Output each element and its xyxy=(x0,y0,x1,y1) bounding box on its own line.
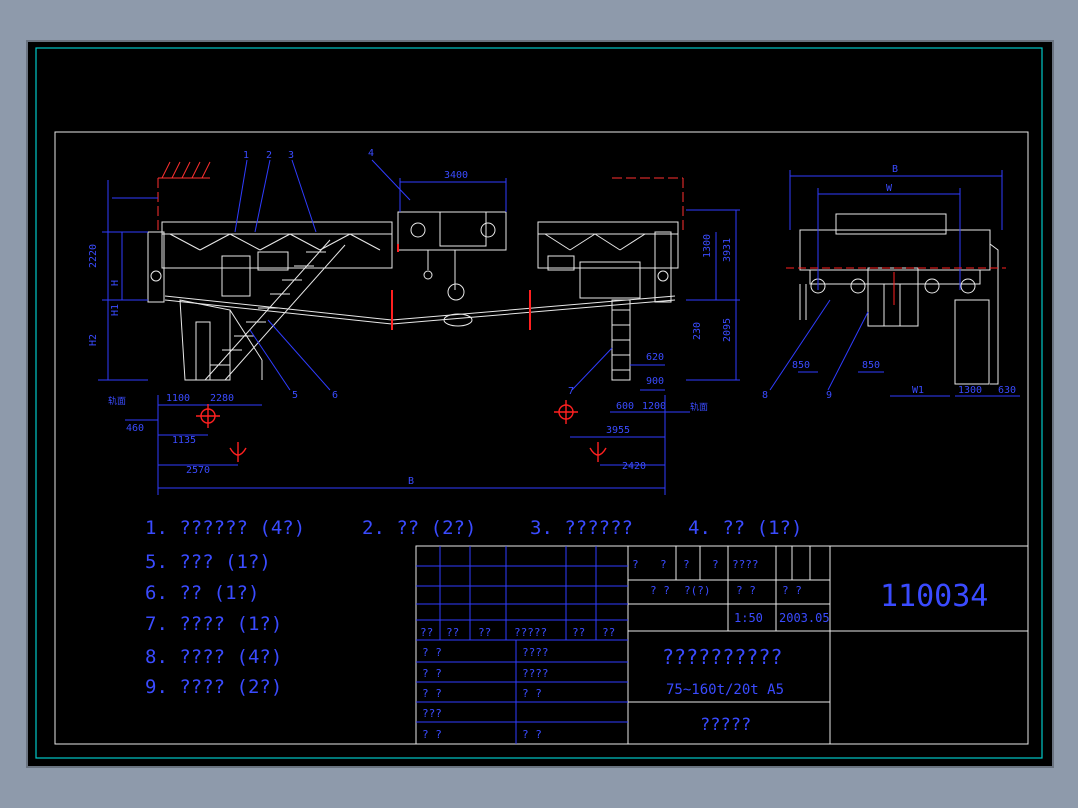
sign-review: ???? xyxy=(522,667,549,680)
part-4: 4. ?? (1?) xyxy=(688,517,802,539)
parts-list: 1. ?????? (4?) 2. ?? (2?) 3. ?????? 4. ?… xyxy=(145,517,802,698)
cad-viewport: 3400 2220 H H1 H2 3931 2095 230 1300 110… xyxy=(0,0,1078,808)
dim-3955: 3955 xyxy=(606,425,630,436)
dim-1100: 1100 xyxy=(166,393,190,404)
stage-cell-4: ? xyxy=(712,558,719,571)
stage-cell-1: ? xyxy=(632,558,639,571)
side-dim-w1: W1 xyxy=(912,385,924,396)
callout-1: 1 xyxy=(243,150,249,161)
dim-900: 900 xyxy=(646,376,664,387)
rail-level-left: 轨面 xyxy=(108,395,126,407)
dim-1200: 1200 xyxy=(642,401,666,412)
callout-9: 9 xyxy=(826,390,832,401)
part-2: 2. ?? (2?) xyxy=(362,517,476,539)
trolley xyxy=(397,211,507,327)
crane-drawing: 3400 2220 H H1 H2 3931 2095 230 1300 110… xyxy=(35,47,1043,759)
part-9: 9. ???? (2?) xyxy=(145,676,282,698)
end-trucks xyxy=(147,231,672,303)
dim-230: 230 xyxy=(692,322,703,340)
rail-level-right: 轨面 xyxy=(690,401,708,413)
stage-cell-5: ???? xyxy=(732,558,759,571)
dim-620: 620 xyxy=(646,352,664,363)
dim-2220: 2220 xyxy=(88,244,99,268)
centerlines xyxy=(391,244,531,330)
weight-label: ? ? xyxy=(650,584,670,597)
part-1: 1. ?????? (4?) xyxy=(145,517,305,539)
sign-process: ??? xyxy=(422,707,442,720)
dim-2420: 2420 xyxy=(622,461,646,472)
dim-3400: 3400 xyxy=(444,170,468,181)
stage-cell-3: ? xyxy=(683,558,690,571)
dim-b: B xyxy=(408,476,414,487)
header-mark: ?? xyxy=(420,626,433,639)
side-dim-850b: 850 xyxy=(862,360,880,371)
drawing-title: ?????????? xyxy=(662,645,782,669)
drawing-spec: 75~160t/20t A5 xyxy=(666,682,784,698)
side-dim-b: B xyxy=(892,164,898,175)
dim-3931: 3931 xyxy=(722,238,733,262)
weight-unit: ?(?) xyxy=(684,584,711,597)
header-count: ?? xyxy=(446,626,459,639)
part-3: 3. ?????? xyxy=(530,517,633,539)
dim-1135: 1135 xyxy=(172,435,196,446)
scale-label: ? ? xyxy=(736,584,756,597)
drawing-date: 2003.05 xyxy=(779,611,830,625)
header-date: ?? xyxy=(602,626,615,639)
callout-7: 7 xyxy=(568,386,574,397)
dim-h1: H1 xyxy=(110,304,121,316)
part-6: 6. ?? (1?) xyxy=(145,582,259,604)
side-dim-850a: 850 xyxy=(792,360,810,371)
drawing-number: 110034 xyxy=(880,579,988,614)
dim-2280: 2280 xyxy=(210,393,234,404)
side-dim-w: W xyxy=(886,183,893,194)
dim-600: 600 xyxy=(616,401,634,412)
dim-2570: 2570 xyxy=(186,465,210,476)
sign-approve: ? ? xyxy=(422,728,442,741)
stage-cell-2: ? xyxy=(660,558,667,571)
callout-4: 4 xyxy=(368,148,374,159)
callout-8: 8 xyxy=(762,390,768,401)
sheet-label: ? ? xyxy=(782,584,802,597)
side-dim-630: 630 xyxy=(998,385,1016,396)
sign-std: ???? xyxy=(522,646,549,659)
sign-checker: ? ? xyxy=(422,687,442,700)
dim-2095: 2095 xyxy=(722,318,733,342)
callout-3: 3 xyxy=(288,150,294,161)
title-block-texts: 110034 ?????????? 75~160t/20t A5 ????? 1… xyxy=(420,558,988,741)
reference-symbols xyxy=(196,400,607,462)
part-5: 5. ??? (1?) xyxy=(145,551,271,573)
sign-date: ? ? xyxy=(522,728,542,741)
callout-2: 2 xyxy=(266,150,272,161)
dim-460: 460 xyxy=(126,423,144,434)
bridge-girder-right xyxy=(391,221,679,381)
bridge-girder-left xyxy=(161,221,393,381)
sign-designer: ? ? xyxy=(422,646,442,659)
drawing-subtitle: ????? xyxy=(700,715,751,735)
title-block-grid xyxy=(416,546,628,744)
dim-h: H xyxy=(110,280,121,286)
sign-drafter: ? ? xyxy=(422,667,442,680)
header-sign: ?? xyxy=(572,626,585,639)
callout-6: 6 xyxy=(332,390,338,401)
drawing-scale: 1:50 xyxy=(734,611,763,625)
side-dimension-texts: B W 850 850 W1 1300 630 8 9 xyxy=(762,164,1016,401)
part-7: 7. ???? (1?) xyxy=(145,613,282,635)
dim-1300: 1300 xyxy=(702,234,713,258)
dim-h2: H2 xyxy=(88,334,99,346)
sign-ratify: ? ? xyxy=(522,687,542,700)
header-doc: ????? xyxy=(514,626,547,639)
callout-5: 5 xyxy=(292,390,298,401)
side-dim-1300: 1300 xyxy=(958,385,982,396)
header-zone: ?? xyxy=(478,626,491,639)
part-8: 8. ???? (4?) xyxy=(145,646,282,668)
main-dimension-texts: 3400 2220 H H1 H2 3931 2095 230 1300 110… xyxy=(88,148,733,487)
